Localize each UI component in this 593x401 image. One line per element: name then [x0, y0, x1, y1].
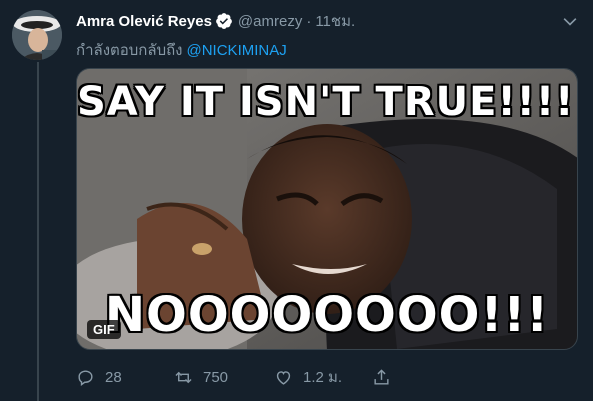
- gif-caption-bottom: NOOOOOOOO!!!: [104, 287, 550, 343]
- gif-badge: GIF: [87, 320, 121, 339]
- share-icon: [374, 368, 389, 385]
- tweet[interactable]: Amra Olević Reyes @amrezy · 11ชม. กำลังต…: [0, 0, 593, 401]
- reply-icon: [78, 369, 93, 386]
- reply-context: กำลังตอบกลับถึง @NICKIMINAJ: [76, 38, 287, 62]
- retweet-icon: [175, 371, 192, 383]
- avatar[interactable]: [12, 10, 62, 60]
- chevron-down-icon[interactable]: [560, 12, 580, 32]
- reply-button[interactable]: 28: [76, 366, 122, 388]
- separator: ·: [306, 12, 312, 30]
- retweet-count: 750: [203, 368, 229, 386]
- retweet-button[interactable]: 750: [174, 366, 228, 388]
- reply-prefix: กำลังตอบกลับถึง: [76, 42, 183, 59]
- tweet-header: Amra Olević Reyes @amrezy · 11ชม.: [76, 11, 355, 31]
- gif-media[interactable]: SAY IT ISN'T TRUE!!!!! NOOOOOOOO!!! GIF: [76, 68, 578, 350]
- timestamp[interactable]: 11ชม.: [315, 9, 355, 33]
- verified-badge-icon: [216, 13, 232, 29]
- reply-count: 28: [105, 368, 122, 386]
- like-button[interactable]: 1.2 ม.: [274, 366, 342, 388]
- avatar-image: [12, 10, 62, 60]
- heart-icon: [276, 370, 291, 385]
- like-count: 1.2 ม.: [303, 369, 343, 386]
- mention-link[interactable]: @NICKIMINAJ: [187, 42, 287, 59]
- handle[interactable]: @amrezy: [238, 13, 302, 30]
- thread-line: [37, 62, 39, 401]
- gif-caption-top: SAY IT ISN'T TRUE!!!!!: [77, 79, 578, 125]
- display-name[interactable]: Amra Olević Reyes: [76, 13, 212, 30]
- share-button[interactable]: [372, 366, 391, 388]
